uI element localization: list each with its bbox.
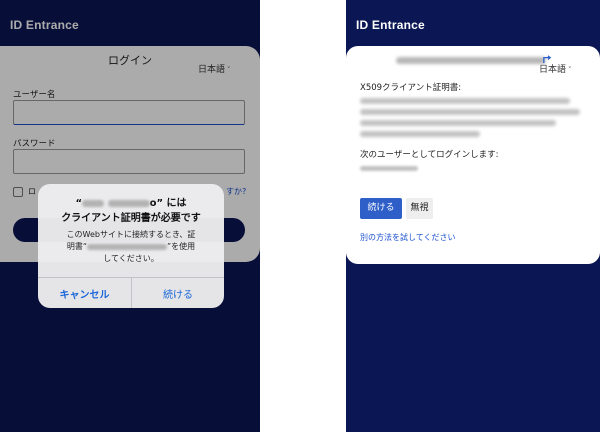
continue-button[interactable]: 続ける bbox=[360, 198, 402, 219]
cancel-button[interactable]: キャンセル bbox=[38, 286, 131, 301]
language-selector[interactable]: 日本語 ˅ bbox=[539, 62, 572, 75]
dialog-body-line3: してください。 bbox=[103, 254, 159, 263]
redacted-certificate-line bbox=[360, 120, 556, 126]
left-phone-screen: ID Entrance ログイン 日本語 ˅ ユーザー名 パスワード ロ すか? … bbox=[0, 0, 260, 432]
dialog-body-line2: 明書“ ”を使用 bbox=[66, 242, 196, 251]
client-certificate-dialog: “ o” には クライアント証明書が必要です このWebサイトに接続するとき、証… bbox=[38, 184, 224, 308]
redacted-user-email bbox=[396, 57, 546, 64]
dialog-title-line2: クライアント証明書が必要です bbox=[61, 213, 201, 224]
next-user-label: 次のユーザーとしてログインします: bbox=[360, 150, 499, 160]
app-title: ID Entrance bbox=[356, 18, 425, 32]
redacted-certificate-line bbox=[360, 131, 480, 137]
certificate-label: X509クライアント証明書: bbox=[360, 83, 462, 93]
continue-button[interactable]: 続ける bbox=[132, 286, 224, 301]
redacted-server-name bbox=[107, 199, 150, 207]
chevron-down-icon: ˅ bbox=[568, 66, 572, 74]
certificate-login-card: 日本語 ˅ X509クライアント証明書: 次のユーザーとしてログインします: 続け… bbox=[346, 46, 600, 264]
redacted-certificate-line bbox=[360, 109, 580, 115]
right-phone-screen: ID Entrance 日本語 ˅ X509クライアント証明書: 次のユーザーとし… bbox=[346, 0, 600, 432]
redacted-username bbox=[360, 166, 418, 171]
redacted-certificate-name bbox=[87, 243, 167, 250]
language-label: 日本語 bbox=[539, 65, 567, 75]
redacted-certificate-line bbox=[360, 98, 570, 104]
ignore-button[interactable]: 無視 bbox=[406, 198, 433, 219]
redacted-server-name bbox=[82, 199, 105, 207]
dialog-body-line1: このWebサイトに接続するとき、証 bbox=[66, 230, 196, 239]
try-another-method-link[interactable]: 別の方法を試してください bbox=[360, 232, 456, 243]
dialog-title-line1: “ o” には bbox=[75, 198, 187, 209]
